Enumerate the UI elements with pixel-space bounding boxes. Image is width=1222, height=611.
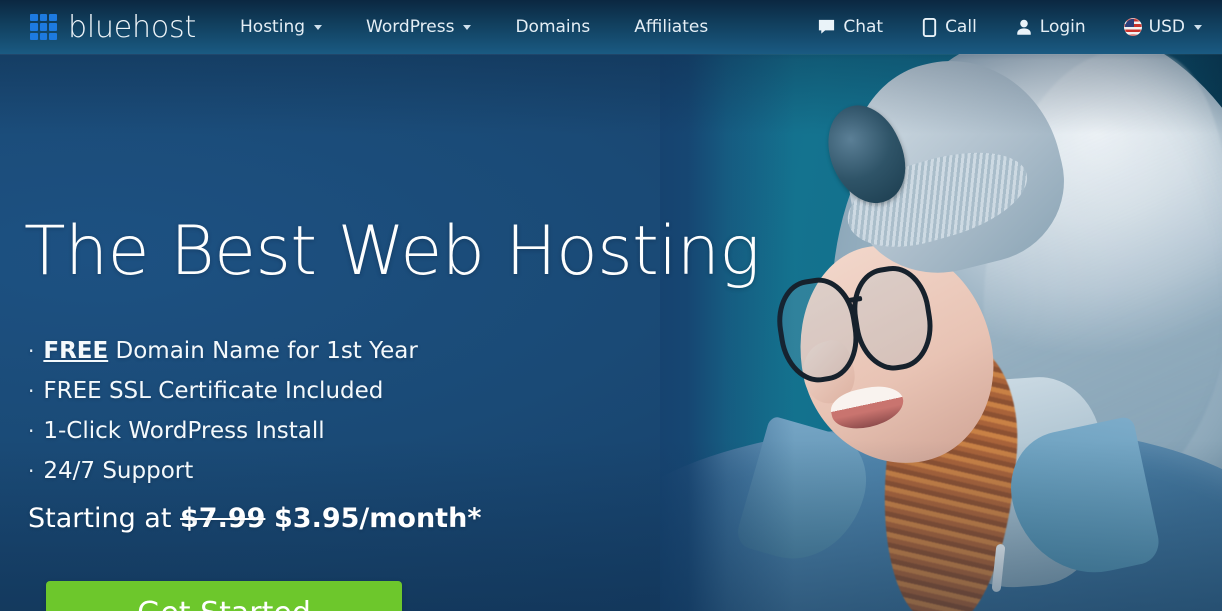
hero-feature-list: · FREE Domain Name for 1st Year · FREE S… <box>28 331 418 491</box>
list-item-label: Domain Name for 1st Year <box>108 338 418 364</box>
list-item: · FREE Domain Name for 1st Year <box>28 331 418 371</box>
nav-item-label: Hosting <box>240 17 306 37</box>
brand-name: bluehost <box>68 9 197 45</box>
grid-squares-icon <box>30 13 57 41</box>
nav-item-wordpress[interactable]: WordPress <box>366 17 472 37</box>
price-original: $7.99 <box>180 503 266 534</box>
nav-item-label: USD <box>1148 17 1185 37</box>
chevron-down-icon <box>314 24 323 30</box>
get-started-button[interactable]: Get Started <box>46 581 402 611</box>
price-separator <box>265 503 274 534</box>
brand-logo-link[interactable]: bluehost <box>30 10 196 45</box>
chevron-down-icon <box>463 24 472 30</box>
nav-item-hosting[interactable]: Hosting <box>240 17 323 37</box>
user-person-icon <box>1015 18 1033 37</box>
list-item-label: 24/7 Support <box>43 458 194 484</box>
comment-bubble-icon <box>817 18 836 37</box>
bullet-dot: · <box>28 339 35 363</box>
pricing-line: Starting at $7.99 $3.95/month* <box>28 503 481 534</box>
nav-item-label: Login <box>1039 17 1086 37</box>
nav-item-currency[interactable]: USD <box>1123 17 1202 37</box>
list-item: · 24/7 Support <box>28 451 418 491</box>
bullet-dot: · <box>28 459 35 483</box>
list-item-emphasis: FREE <box>43 338 109 364</box>
nav-item-label: WordPress <box>366 17 455 37</box>
us-flag-icon <box>1123 18 1142 36</box>
page-title: The Best Web Hosting <box>24 212 760 291</box>
nav-item-label: Chat <box>843 17 884 37</box>
hero-content: The Best Web Hosting · FREE Domain Name … <box>24 0 760 611</box>
utility-navigation: Chat Call Login USD <box>817 0 1202 54</box>
list-item-label: FREE SSL Certificate Included <box>43 378 384 404</box>
nav-item-label: Affiliates <box>634 17 709 37</box>
list-item: · FREE SSL Certificate Included <box>28 371 418 411</box>
nav-item-login[interactable]: Login <box>1015 17 1086 37</box>
nav-item-affiliates[interactable]: Affiliates <box>634 17 708 37</box>
price-prefix: Starting at <box>28 503 181 534</box>
nav-item-domains[interactable]: Domains <box>515 17 590 37</box>
nav-item-label: Call <box>945 17 977 37</box>
bullet-dot: · <box>28 419 35 443</box>
primary-navigation: Hosting WordPress Domains Affiliates <box>240 17 752 37</box>
list-item-label: 1-Click WordPress Install <box>43 418 325 444</box>
list-item: · 1-Click WordPress Install <box>28 411 418 451</box>
nav-item-label: Domains <box>515 17 591 37</box>
page-root: bluehost Hosting WordPress Domains Affil… <box>0 0 1222 611</box>
chevron-down-icon <box>1194 24 1202 30</box>
site-header: bluehost Hosting WordPress Domains Affil… <box>0 0 1222 54</box>
price-current: $3.95/month* <box>274 503 482 534</box>
bullet-dot: · <box>28 379 35 403</box>
nav-item-call[interactable]: Call <box>921 17 977 37</box>
nav-item-chat[interactable]: Chat <box>817 17 883 37</box>
mobile-phone-icon <box>921 17 938 37</box>
